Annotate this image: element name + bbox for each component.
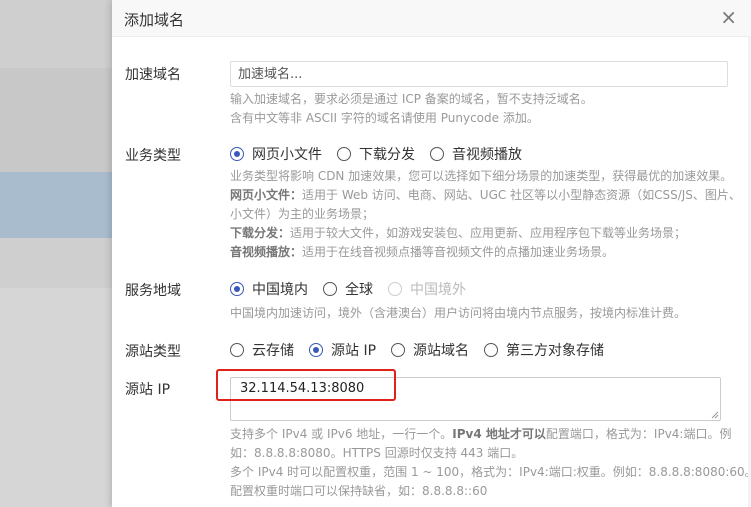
service-region-help: 中国境内加速访问，境外（含港澳台）用户访问将由境内节点服务，按境内标准计费。 [230,306,687,320]
radio-unchecked-icon[interactable] [484,343,499,357]
radio-origin-ip[interactable]: 源站 IP [309,340,376,360]
service-region-radio-group: 中国境内 全球 中国境外 [230,279,481,299]
radio-unchecked-icon[interactable] [230,343,244,357]
domain-label: 加速域名 [125,67,181,83]
radio-web-small-files[interactable]: 网页小文件 [230,144,322,164]
radio-unchecked-icon[interactable] [391,343,406,357]
resize-grip-icon[interactable] [711,411,719,419]
radio-media-playback[interactable]: 音视频播放 [430,144,522,164]
business-type-radio-group: 网页小文件 下载分发 音视频播放 [230,144,537,164]
dialog-title: 添加域名 [124,11,185,29]
radio-mainland-china[interactable]: 中国境内 [230,279,308,299]
domain-input[interactable] [230,61,728,87]
radio-disabled-icon [388,282,402,296]
radio-checked-icon[interactable] [230,282,244,296]
radio-checked-icon[interactable] [309,343,323,357]
origin-ip-label: 源站 IP [125,382,171,398]
radio-global[interactable]: 全球 [323,279,373,299]
close-icon[interactable]: × [720,6,737,28]
origin-ip-help: 支持多个 IPv4 或 IPv6 地址，一行一个。IPv4 地址才可以配置端口，… [230,427,751,498]
service-region-label: 服务地域 [125,283,181,299]
radio-outside-china: 中国境外 [388,279,466,299]
business-type-label: 业务类型 [125,148,181,164]
dialog-header: 添加域名 × [112,0,751,37]
add-domain-dialog: 添加域名 × 加速域名 输入加速域名，要求必须是通过 ICP 备案的域名，暂不支… [112,0,751,507]
radio-third-party-storage[interactable]: 第三方对象存储 [484,340,604,360]
screen: 添加域名 × 加速域名 输入加速域名，要求必须是通过 ICP 备案的域名，暂不支… [0,0,751,507]
origin-type-radio-group: 云存储 源站 IP 源站域名 第三方对象存储 [230,340,619,360]
domain-help: 输入加速域名，要求必须是通过 ICP 备案的域名，暂不支持泛域名。 含有中文等非… [230,92,593,125]
radio-checked-icon[interactable] [230,147,244,161]
radio-origin-domain[interactable]: 源站域名 [391,340,469,360]
origin-type-label: 源站类型 [125,344,181,360]
business-type-help: 业务类型将影响 CDN 加速效果，您可以选择如下细分场景的加速类型，获得最优的加… [230,169,741,259]
radio-unchecked-icon[interactable] [323,282,337,296]
radio-download[interactable]: 下载分发 [337,144,415,164]
radio-cloud-storage[interactable]: 云存储 [230,340,294,360]
radio-unchecked-icon[interactable] [430,147,444,161]
background-page [0,0,112,507]
red-highlight-box [216,369,396,401]
radio-unchecked-icon[interactable] [337,147,351,161]
